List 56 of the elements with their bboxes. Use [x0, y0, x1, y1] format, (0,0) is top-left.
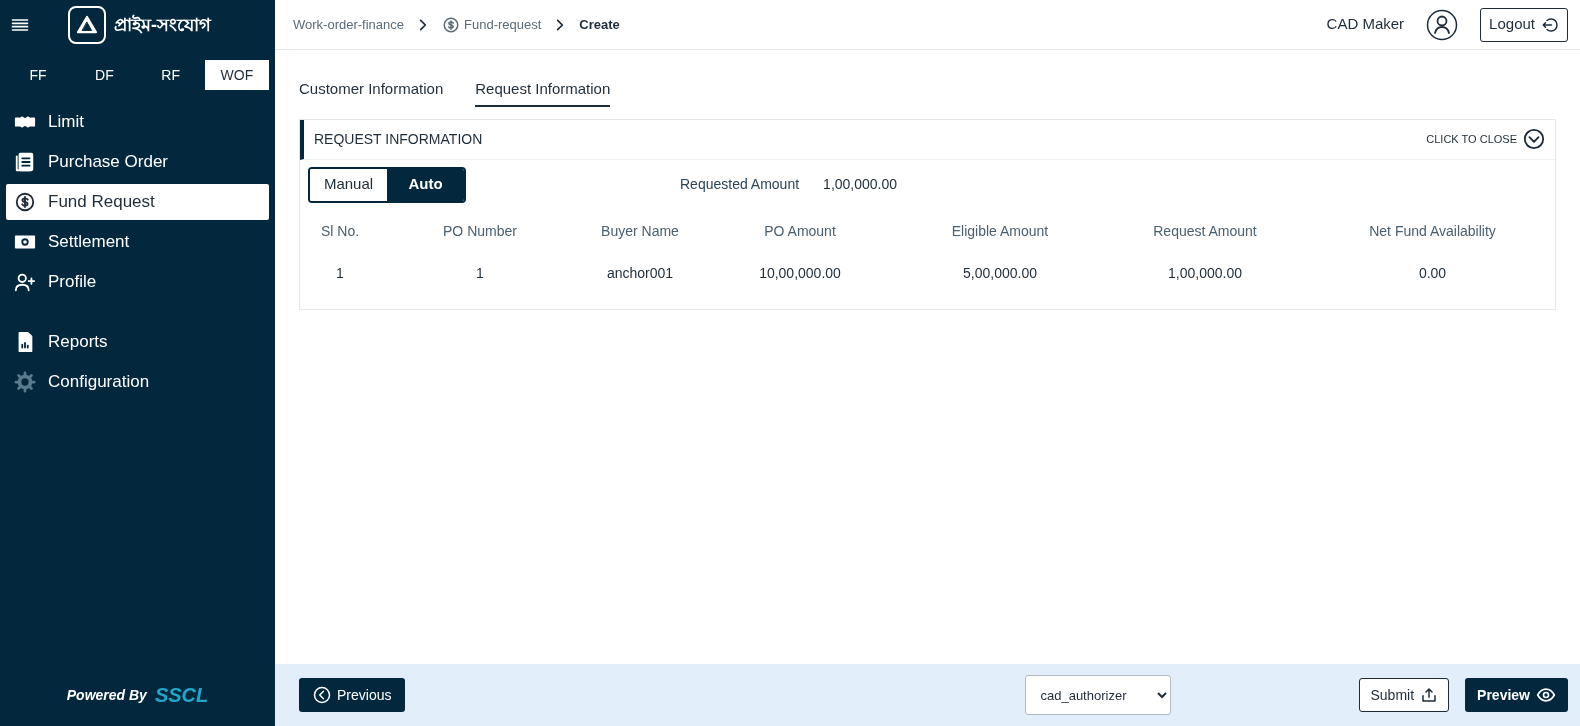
dollar-circle-icon [14, 191, 36, 213]
eye-icon [1536, 685, 1556, 705]
document-icon [14, 151, 36, 173]
tab[interactable]: Request Information [475, 78, 611, 107]
preview-button[interactable]: Preview [1465, 678, 1568, 712]
nav-item[interactable]: Limit [6, 104, 269, 140]
table-cell-text: 1 [475, 264, 485, 283]
previous-button[interactable]: Previous [299, 678, 406, 712]
tab[interactable]: Customer Information [299, 78, 444, 107]
column-header: Eligible Amount [950, 222, 1050, 241]
nav-item[interactable]: Settlement [6, 224, 269, 260]
brand-logo-text: SSCL [154, 683, 209, 708]
table-cell-text: anchor001 [605, 264, 675, 283]
table-cell-text: 0.00 [1417, 264, 1448, 283]
user-name: CAD Maker [1326, 14, 1405, 35]
table-cell-text: 1,00,000.00 [1167, 264, 1243, 283]
column-header: Request Amount [1152, 222, 1258, 241]
triangle-logo-icon [76, 14, 98, 36]
user-avatar-icon [1426, 8, 1459, 41]
chevron-down-circle-icon [1523, 128, 1545, 150]
nav-item[interactable]: Fund Request [6, 184, 269, 220]
product-tab[interactable]: RF [138, 60, 203, 90]
user-plus-icon [14, 271, 36, 293]
app-title: প্রাইম-সংযোগ [114, 13, 211, 37]
column-header: Net Fund Availability [1368, 222, 1497, 241]
breadcrumb-link[interactable]: Work-order-finance [293, 14, 405, 35]
column-header: Buyer Name [600, 222, 680, 241]
assignee-select[interactable]: cad_authorizer [1025, 675, 1172, 715]
logout-button[interactable]: Logout [1480, 7, 1568, 42]
chevron-left-circle-icon [313, 686, 331, 704]
logout-icon [1541, 15, 1559, 34]
close-panel-button[interactable]: CLICK TO CLOSE [1426, 128, 1545, 150]
submit-button[interactable]: Submit [1359, 678, 1450, 712]
nav-item[interactable]: Profile [6, 264, 269, 300]
table-cell-text: 1 [335, 264, 345, 283]
requested-amount-value: 1,00,000.00 [823, 175, 898, 194]
powered-by-label: Powered By [66, 685, 147, 705]
nav-item[interactable]: Purchase Order [6, 144, 269, 180]
mode-toggle-option[interactable]: Auto [387, 168, 464, 201]
product-tab[interactable]: WOF [204, 60, 269, 90]
column-header: Sl No. [319, 222, 361, 241]
requested-amount-label: Requested Amount [680, 175, 800, 194]
nav-item[interactable]: Configuration [6, 364, 269, 400]
gear-icon [14, 371, 36, 393]
product-tab[interactable]: FF [6, 60, 71, 90]
dollar-circle-icon [442, 15, 461, 34]
column-header: PO Amount [763, 222, 837, 241]
panel-title: REQUEST INFORMATION [314, 129, 483, 149]
table-cell-text: 10,00,000.00 [758, 264, 842, 283]
table-cell-text: 5,00,000.00 [962, 264, 1038, 283]
upload-icon [1420, 686, 1439, 704]
column-header: PO Number [442, 222, 518, 241]
nav-item[interactable]: Reports [6, 324, 269, 360]
product-tab[interactable]: DF [72, 60, 137, 90]
breadcrumb-link[interactable]: Create [579, 14, 620, 35]
breadcrumb-link[interactable]: Fund-request [464, 14, 542, 35]
